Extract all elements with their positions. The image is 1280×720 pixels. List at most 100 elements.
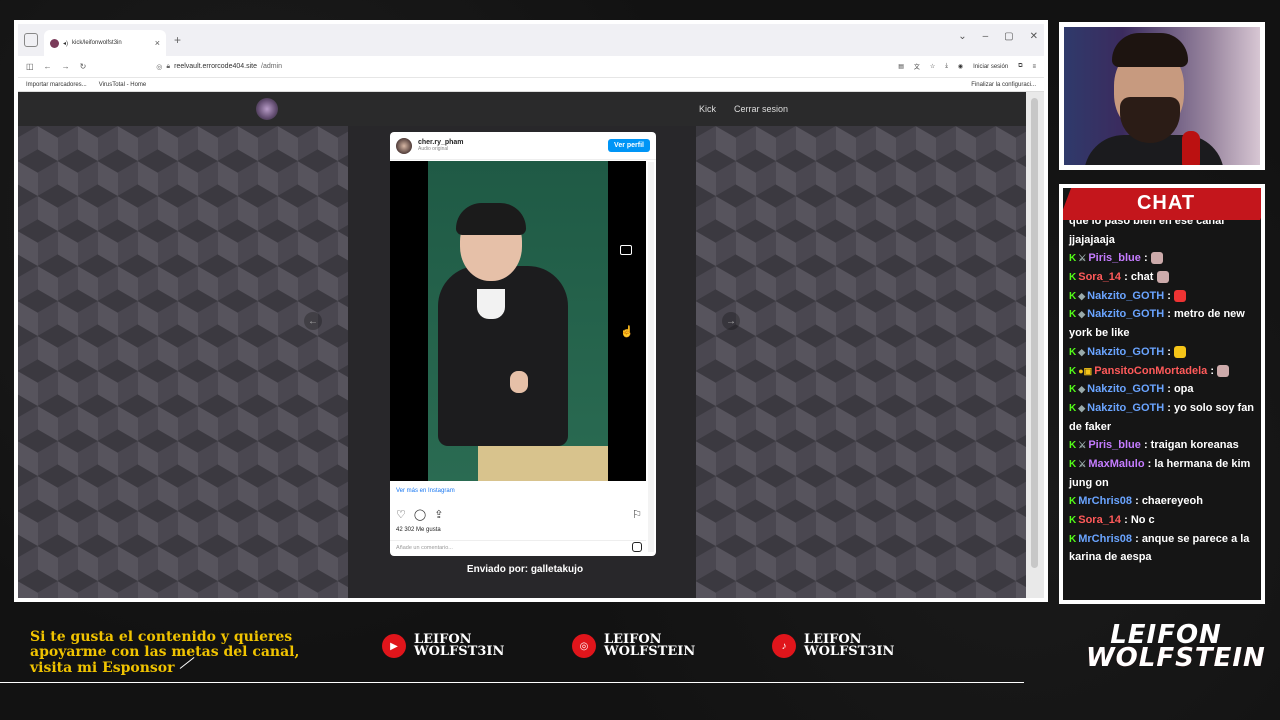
- chat-username[interactable]: Piris_blue: [1088, 439, 1141, 451]
- bookmarks-bar: Importar marcadores... VirusTotal - Home…: [18, 78, 1044, 92]
- view-more-link[interactable]: Ver más en Instagram: [396, 488, 455, 494]
- bottom-divider: [0, 682, 1024, 683]
- chat-username[interactable]: Sora_14: [1078, 514, 1121, 526]
- social-instagram: ◎ LEIFON WOLFSTEIN: [572, 633, 695, 659]
- kick-badge-icon: K: [1069, 402, 1077, 414]
- kick-badge-icon: K: [1069, 440, 1077, 452]
- person-fist: [510, 371, 528, 393]
- window-controls: ⌄ – ▢ ✕: [958, 31, 1038, 42]
- chat-username[interactable]: Piris_blue: [1088, 252, 1141, 264]
- scroll-thumb[interactable]: [1031, 98, 1038, 568]
- brand-logo: LEIFON WOLFSTEIN: [1086, 620, 1266, 674]
- chat-username[interactable]: Nakzito_GOTH: [1087, 402, 1164, 414]
- instagram-logo-icon[interactable]: [632, 542, 642, 552]
- kick-badge-icon: K: [1069, 365, 1077, 377]
- new-tab-button[interactable]: +: [174, 33, 181, 47]
- chat-username[interactable]: Sora_14: [1078, 271, 1121, 283]
- chat-username[interactable]: MrChris08: [1078, 533, 1132, 545]
- menu-icon[interactable]: ≡: [1032, 64, 1036, 70]
- youtube-icon: ▶: [382, 634, 406, 659]
- reader-icon[interactable]: ▤: [898, 63, 904, 70]
- forward-icon[interactable]: →: [62, 62, 70, 71]
- gem-badge-icon: ◆: [1078, 346, 1086, 357]
- chat-message: K ⚔ MaxMalulo : la hermana de kim jung on: [1069, 457, 1251, 489]
- bookmark-icon[interactable]: ⚐: [632, 508, 642, 521]
- kick-badge-icon: K: [1069, 384, 1077, 396]
- chat-username[interactable]: Nakzito_GOTH: [1087, 346, 1164, 358]
- sign-in-button[interactable]: Iniciar sesión: [973, 64, 1008, 70]
- reload-icon[interactable]: ↻: [80, 62, 87, 71]
- next-arrow-icon[interactable]: →: [722, 312, 740, 330]
- chat-message: K ◆ Nakzito_GOTH :: [1069, 287, 1257, 306]
- tab-list-icon[interactable]: ⌄: [958, 31, 966, 42]
- chat-list: que lo paso bien en ese canal jjajajaaja…: [1069, 212, 1257, 567]
- heart-icon[interactable]: ♡: [396, 508, 406, 521]
- chat-message: K ◆ Nakzito_GOTH : opa: [1069, 383, 1194, 396]
- restore-icon[interactable]: ▢: [1004, 31, 1013, 42]
- view-profile-button[interactable]: Ver perfil: [608, 139, 650, 152]
- sword-badge-icon: ⚔: [1078, 440, 1087, 451]
- webcam-frame: [1059, 22, 1265, 170]
- chat-username[interactable]: Nakzito_GOTH: [1087, 290, 1164, 302]
- instagram-embed: cher.ry_pham Audio original Ver perfil ☝…: [390, 132, 656, 556]
- sidebar-toggle-icon[interactable]: [24, 33, 38, 47]
- ig-username[interactable]: cher.ry_pham: [418, 139, 464, 146]
- ig-avatar[interactable]: [396, 137, 412, 154]
- site-logo[interactable]: [256, 98, 278, 120]
- instagram-icon: ◎: [572, 634, 596, 659]
- speaker-icon[interactable]: ◂): [63, 40, 68, 47]
- minimize-icon[interactable]: –: [983, 31, 989, 42]
- emote-icon: [1150, 252, 1163, 265]
- back-icon[interactable]: ←: [44, 62, 52, 71]
- translate-icon[interactable]: 文: [914, 62, 920, 71]
- bookmark-virustotal[interactable]: VirusTotal - Home: [99, 82, 147, 88]
- star-icon[interactable]: ☆: [930, 63, 935, 70]
- page-scrollbar[interactable]: [1026, 92, 1044, 598]
- close-window-icon[interactable]: ✕: [1030, 31, 1038, 42]
- gem-badge-icon: ◆: [1078, 290, 1086, 301]
- comment-input[interactable]: Añade un comentario...: [390, 540, 646, 556]
- web-page: Kick Cerrar sesion ← → cher.ry_pham Audi…: [18, 92, 1026, 598]
- ig-audio[interactable]: Audio original: [418, 146, 464, 152]
- ig-scrollbar[interactable]: [648, 162, 654, 552]
- chat-message: K MrChris08 : chaereyeoh: [1069, 495, 1203, 508]
- ig-actions: ♡ ◯ ⇪: [396, 508, 443, 521]
- chat-username[interactable]: Nakzito_GOTH: [1087, 383, 1164, 395]
- site-header: Kick Cerrar sesion: [18, 92, 1026, 126]
- pattern-right: [696, 126, 1026, 598]
- sent-by-label: Enviado por: galletakujo: [466, 564, 584, 575]
- nav-logout[interactable]: Cerrar sesion: [734, 104, 788, 114]
- tab-bar: ◂) kick/leifonwolfst3in × + ⌄ – ▢ ✕: [18, 24, 1044, 56]
- kick-badge-icon: K: [1069, 309, 1077, 321]
- webcam-feed: [1064, 27, 1260, 165]
- kick-badge-icon: K: [1069, 458, 1077, 470]
- extensions-icon[interactable]: ⧉: [1018, 63, 1022, 70]
- nav-kick[interactable]: Kick: [699, 104, 716, 114]
- chat-username[interactable]: MaxMalulo: [1088, 458, 1144, 470]
- social-youtube: ▶ LEIFON WOLFST3IN: [382, 633, 504, 659]
- shield-icon[interactable]: ◎: [156, 63, 162, 71]
- comment-icon[interactable]: ◯: [414, 508, 426, 521]
- address-bar[interactable]: ◎ 🔒︎ reelvault.errorcode404.site/admin: [156, 63, 282, 71]
- chat-username[interactable]: MrChris08: [1078, 495, 1132, 507]
- chat-username[interactable]: PansitoConMortadela: [1094, 365, 1207, 377]
- bookmark-finish-setup[interactable]: Finalizar la configuraci...: [971, 82, 1036, 88]
- ig-header: cher.ry_pham Audio original Ver perfil: [390, 132, 656, 160]
- share-icon[interactable]: ⇪: [434, 508, 443, 521]
- account-icon[interactable]: ◉: [958, 63, 963, 70]
- tab-close-icon[interactable]: ×: [155, 38, 160, 48]
- picture-in-picture-icon[interactable]: [620, 245, 632, 255]
- kick-badge-icon: K: [1069, 253, 1077, 265]
- prev-arrow-icon[interactable]: ←: [304, 312, 322, 330]
- browser-tab[interactable]: ◂) kick/leifonwolfst3in ×: [44, 30, 166, 56]
- bookmark-import[interactable]: Importar marcadores...: [26, 82, 87, 88]
- person-shirt: [477, 289, 505, 319]
- chat-message: K MrChris08 : anque se parece a la karina…: [1069, 532, 1250, 564]
- sidebar-icon[interactable]: ◫: [26, 62, 34, 71]
- ig-video[interactable]: ☝: [390, 161, 646, 481]
- chat-username[interactable]: Nakzito_GOTH: [1087, 308, 1164, 320]
- chat-message: K ◆ Nakzito_GOTH :: [1069, 343, 1257, 362]
- lock-icon[interactable]: 🔒︎: [166, 63, 170, 71]
- streamer-hair: [1112, 33, 1188, 67]
- download-icon[interactable]: ⤓: [945, 63, 948, 70]
